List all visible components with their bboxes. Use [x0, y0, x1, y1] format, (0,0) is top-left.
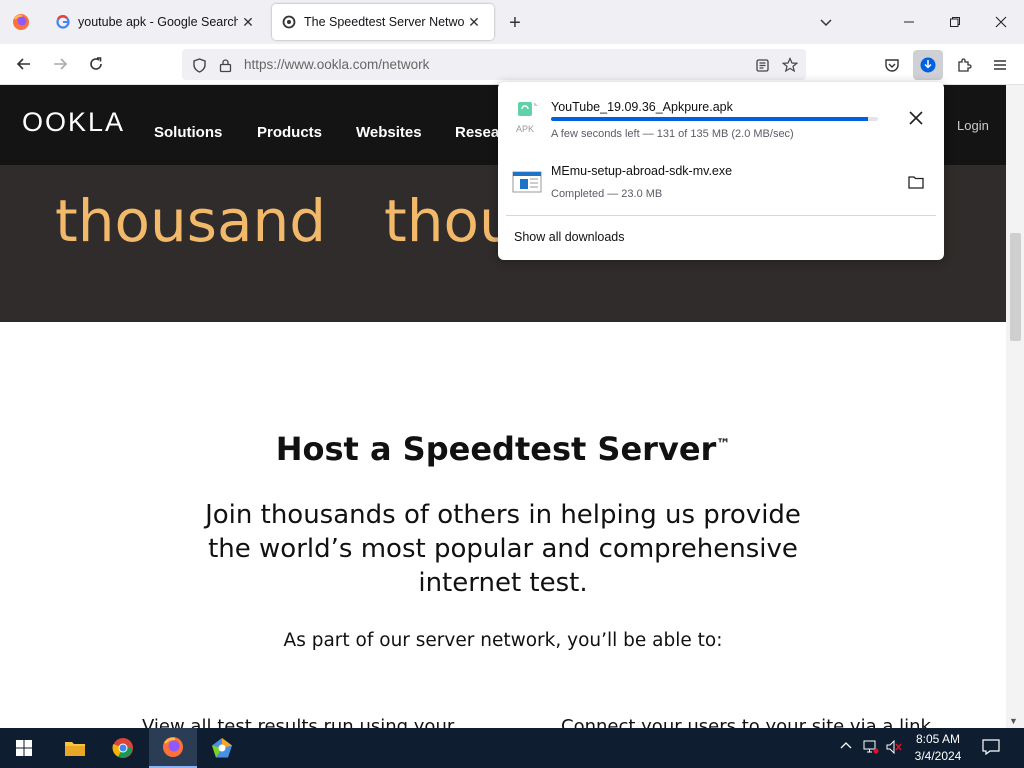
tab-speedtest[interactable]: The Speedtest Server Network™ ✕: [272, 4, 494, 40]
nav-products[interactable]: Products: [257, 124, 322, 141]
volume-muted-icon[interactable]: [886, 739, 902, 757]
back-arrow-icon[interactable]: [10, 50, 38, 78]
nav-solutions[interactable]: Solutions: [154, 124, 222, 141]
lock-icon[interactable]: [214, 54, 236, 76]
notifications-icon[interactable]: [982, 739, 1000, 758]
tab-title: youtube apk - Google Search: [78, 15, 238, 29]
windows-start-icon[interactable]: [0, 728, 48, 768]
hamburger-menu-icon[interactable]: [985, 50, 1015, 80]
firefox-view-button[interactable]: [0, 0, 42, 44]
new-tab-icon[interactable]: +: [502, 10, 528, 36]
hero-word: thousand: [55, 187, 327, 255]
download-progress-bar: [551, 117, 878, 121]
app-pentagon-icon[interactable]: [198, 728, 246, 768]
main-content: Host a Speedtest Server™ Join thousands …: [0, 322, 1006, 728]
clock-time: 8:05 AM: [915, 732, 961, 746]
address-bar[interactable]: https://www.ookla.com/network: [182, 49, 806, 80]
downloads-panel: APK YouTube_19.09.36_Apkpure.apk A few s…: [498, 82, 944, 260]
nav-research[interactable]: Resea: [455, 124, 499, 141]
tab-close-icon[interactable]: ✕: [464, 12, 484, 32]
firefox-taskbar-icon[interactable]: [149, 728, 197, 768]
close-window-icon[interactable]: [978, 0, 1024, 44]
downloads-button[interactable]: [913, 50, 943, 80]
download-progress-icon: [920, 57, 936, 73]
show-all-downloads-link[interactable]: Show all downloads: [514, 230, 625, 244]
download-item[interactable]: APK YouTube_19.09.36_Apkpure.apk A few s…: [506, 90, 936, 148]
bookmark-star-icon[interactable]: [779, 54, 801, 76]
sub-paragraph: As part of our server network, you’ll be…: [283, 630, 723, 651]
taskbar-clock[interactable]: 8:05 AM 3/4/2024: [910, 731, 966, 765]
login-link[interactable]: Login: [957, 118, 989, 133]
tab-close-icon[interactable]: ✕: [238, 12, 258, 32]
tab-title: The Speedtest Server Network™: [304, 15, 464, 29]
list-tabs-chevron-icon[interactable]: [803, 0, 849, 44]
clock-date: 3/4/2024: [914, 749, 962, 763]
exe-file-icon: [512, 171, 542, 193]
reader-view-icon[interactable]: [751, 54, 773, 76]
speedtest-icon: [282, 15, 296, 29]
file-explorer-icon[interactable]: [51, 728, 99, 768]
lead-paragraph: Join thousands of others in helping us p…: [205, 500, 801, 598]
chrome-icon[interactable]: [99, 728, 147, 768]
firefox-icon: [13, 14, 29, 30]
pocket-icon[interactable]: [877, 50, 907, 80]
reload-icon[interactable]: [82, 50, 110, 78]
windows-taskbar: 8:05 AM 3/4/2024: [0, 728, 1024, 768]
network-icon[interactable]: [863, 740, 879, 757]
scrollbar-thumb[interactable]: [1010, 233, 1021, 341]
extensions-puzzle-icon[interactable]: [949, 50, 979, 80]
ookla-logo[interactable]: OOKLA: [22, 107, 125, 138]
page-scrollbar[interactable]: ▼: [1006, 85, 1024, 728]
tray-chevron-up-icon[interactable]: [840, 740, 852, 755]
forward-arrow-icon[interactable]: [46, 50, 74, 78]
panel-divider: [506, 215, 936, 216]
navigation-bar: https://www.ookla.com/network: [0, 44, 1024, 85]
heading-text: Host a Speedtest Server: [275, 430, 717, 468]
nav-websites[interactable]: Websites: [356, 124, 422, 141]
download-filename: YouTube_19.09.36_Apkpure.apk: [551, 100, 733, 114]
hero-word: thou: [384, 187, 516, 255]
minimize-icon[interactable]: [886, 0, 932, 44]
apk-label: APK: [516, 124, 535, 134]
cancel-download-icon[interactable]: [902, 104, 930, 132]
download-status: A few seconds left — 131 of 135 MB (2.0 …: [551, 128, 794, 140]
scroll-down-arrow-icon[interactable]: ▼: [1009, 716, 1018, 726]
trademark-mark: ™: [716, 436, 731, 453]
google-icon: [56, 15, 70, 29]
show-in-folder-icon[interactable]: [902, 168, 930, 196]
url-text[interactable]: https://www.ookla.com/network: [244, 57, 429, 72]
download-filename: MEmu-setup-abroad-sdk-mv.exe: [551, 164, 733, 178]
benefit-text: View all test results run using your: [142, 716, 455, 728]
tab-google-search[interactable]: youtube apk - Google Search ✕: [46, 4, 268, 40]
download-status: Completed — 23.0 MB: [551, 188, 663, 200]
download-item[interactable]: MEmu-setup-abroad-sdk-mv.exe Completed —…: [506, 154, 936, 212]
benefit-text: Connect your users to your site via a li…: [561, 716, 931, 728]
tracking-protection-shield-icon[interactable]: [188, 54, 210, 76]
page-heading: Host a Speedtest Server™: [0, 430, 1006, 468]
tab-strip: youtube apk - Google Search ✕ The Speedt…: [0, 0, 1024, 44]
restore-icon[interactable]: [932, 0, 978, 44]
